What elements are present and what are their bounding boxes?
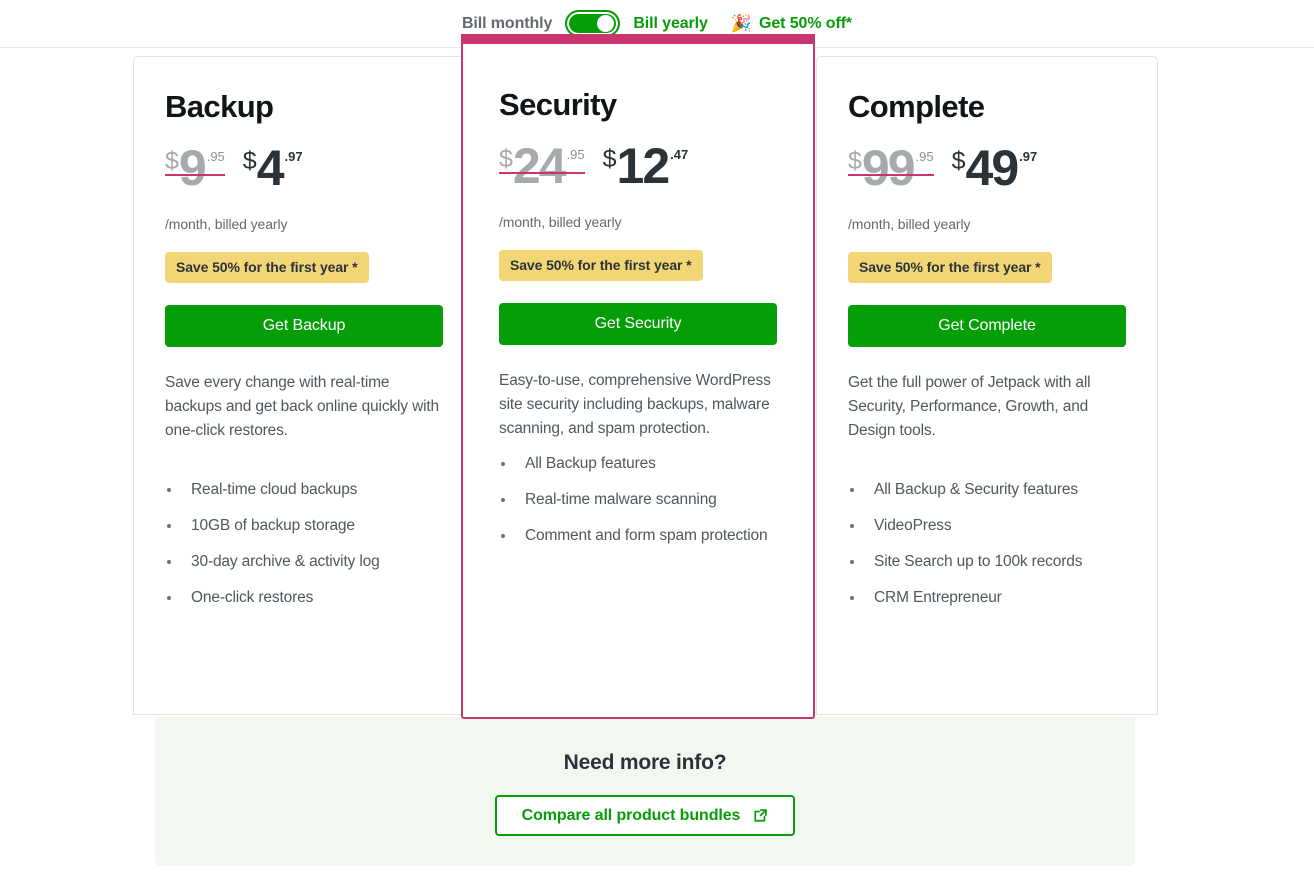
current-price-amount: 49: [965, 140, 1020, 197]
external-link-icon: [753, 808, 768, 823]
plan-title: Complete: [848, 89, 985, 124]
promo-callout: 🎉 Get 50% off*: [731, 15, 852, 33]
strikethrough-line: [165, 174, 225, 177]
price-row: $ 24 .95 $ 12 .47: [499, 138, 777, 206]
feature-label: 10GB of backup storage: [191, 517, 355, 535]
feature-list: All Backup features Real-time malware sc…: [499, 441, 777, 547]
feature-label: One-click restores: [191, 589, 314, 607]
toggle-knob: [597, 15, 615, 32]
original-price-amount: 99: [861, 140, 916, 197]
feature-label: Comment and form spam protection: [525, 527, 768, 545]
list-item: Real-time malware scanning: [499, 489, 777, 511]
plan-description: Save every change with real-time backups…: [165, 374, 440, 440]
need-more-info-panel: Need more info? Compare all product bund…: [155, 717, 1135, 866]
bullet-icon: [850, 524, 854, 529]
bullet-icon: [167, 488, 171, 493]
original-price: $ 24 .95: [499, 138, 585, 195]
original-price-decimals: .95: [206, 149, 225, 165]
list-item: Comment and form spam protection: [499, 525, 777, 547]
current-price: $ 49 .97: [951, 140, 1038, 197]
list-item: VideoPress: [848, 515, 1126, 537]
bullet-icon: [167, 560, 171, 565]
bullet-icon: [850, 596, 854, 601]
save-badge: Save 50% for the first year *: [499, 250, 703, 282]
current-price-decimals: .97: [284, 149, 303, 165]
list-item: All Backup & Security features: [848, 479, 1126, 501]
info-panel-title: Need more info?: [563, 751, 727, 774]
strikethrough-line: [499, 172, 585, 175]
compare-all-product-bundles-button[interactable]: Compare all product bundles: [494, 795, 796, 836]
feature-label: Real-time malware scanning: [525, 491, 717, 509]
bullet-icon: [501, 498, 505, 503]
billing-note: /month, billed yearly: [499, 214, 622, 231]
get-security-button[interactable]: Get Security: [499, 303, 777, 346]
currency-symbol: $: [499, 145, 513, 174]
pricing-card-security: Security $ 24 .95 $ 12 .47 /month, bille…: [461, 34, 815, 719]
price-row: $ 9 .95 $ 4 .97: [165, 140, 443, 208]
pricing-card-complete: Complete $ 99 .95 $ 49 .97 /month, bille…: [816, 56, 1158, 715]
save-badge: Save 50% for the first year *: [848, 252, 1052, 284]
feature-list: Real-time cloud backups 10GB of backup s…: [165, 443, 443, 609]
party-popper-icon: 🎉: [730, 14, 752, 33]
get-complete-button[interactable]: Get Complete: [848, 305, 1126, 348]
current-price: $ 12 .47: [602, 138, 689, 195]
get-backup-button[interactable]: Get Backup: [165, 305, 443, 348]
list-item: 10GB of backup storage: [165, 515, 443, 537]
original-price: $ 99 .95: [848, 140, 934, 197]
feature-label: VideoPress: [874, 517, 952, 535]
list-item: All Backup features: [499, 453, 777, 475]
currency-symbol: $: [602, 145, 617, 174]
current-price-amount: 12: [616, 138, 671, 195]
bullet-icon: [501, 534, 505, 539]
bill-yearly-label[interactable]: Bill yearly: [633, 15, 708, 33]
bullet-icon: [501, 462, 505, 467]
feature-list: All Backup & Security features VideoPres…: [848, 443, 1126, 609]
bullet-icon: [167, 596, 171, 601]
original-price-amount: 9: [178, 140, 207, 197]
plan-title: Security: [499, 87, 617, 122]
pricing-card-backup: Backup $ 9 .95 $ 4 .97 /month, billed ye…: [133, 56, 475, 715]
feature-label: All Backup features: [525, 455, 656, 473]
currency-symbol: $: [165, 147, 179, 176]
currency-symbol: $: [242, 147, 257, 176]
currency-symbol: $: [848, 147, 862, 176]
compare-button-label: Compare all product bundles: [521, 806, 741, 824]
list-item: One-click restores: [165, 587, 443, 609]
original-price-decimals: .95: [915, 149, 934, 165]
feature-label: All Backup & Security features: [874, 481, 1078, 499]
plan-title: Backup: [165, 89, 274, 124]
price-row: $ 99 .95 $ 49 .97: [848, 140, 1126, 208]
current-price: $ 4 .97: [242, 140, 303, 197]
billing-note: /month, billed yearly: [848, 216, 971, 233]
list-item: Real-time cloud backups: [165, 479, 443, 501]
feature-label: 30-day archive & activity log: [191, 553, 380, 571]
pricing-cards: Backup $ 9 .95 $ 4 .97 /month, billed ye…: [133, 34, 1158, 719]
feature-label: Real-time cloud backups: [191, 481, 358, 499]
currency-symbol: $: [951, 147, 966, 176]
strikethrough-line: [848, 174, 934, 177]
plan-description: Get the full power of Jetpack with all S…: [848, 374, 1091, 440]
feature-label: Site Search up to 100k records: [874, 553, 1083, 571]
promo-label: Get 50% off*: [759, 14, 853, 32]
billing-note: /month, billed yearly: [165, 216, 288, 233]
current-price-decimals: .97: [1019, 149, 1038, 165]
original-price: $ 9 .95: [165, 140, 225, 197]
original-price-amount: 24: [512, 138, 567, 195]
current-price-decimals: .47: [670, 147, 689, 163]
featured-highlight-bar: [461, 34, 815, 44]
bullet-icon: [850, 560, 854, 565]
feature-label: CRM Entrepreneur: [874, 589, 1002, 607]
original-price-decimals: .95: [566, 147, 585, 163]
bullet-icon: [850, 488, 854, 493]
list-item: CRM Entrepreneur: [848, 587, 1126, 609]
current-price-amount: 4: [256, 140, 285, 197]
list-item: 30-day archive & activity log: [165, 551, 443, 573]
list-item: Site Search up to 100k records: [848, 551, 1126, 573]
bullet-icon: [167, 524, 171, 529]
billing-period-toggle[interactable]: [565, 10, 621, 37]
plan-description: Easy-to-use, comprehensive WordPress sit…: [499, 372, 771, 438]
save-badge: Save 50% for the first year *: [165, 252, 369, 284]
bill-monthly-label[interactable]: Bill monthly: [462, 15, 552, 33]
